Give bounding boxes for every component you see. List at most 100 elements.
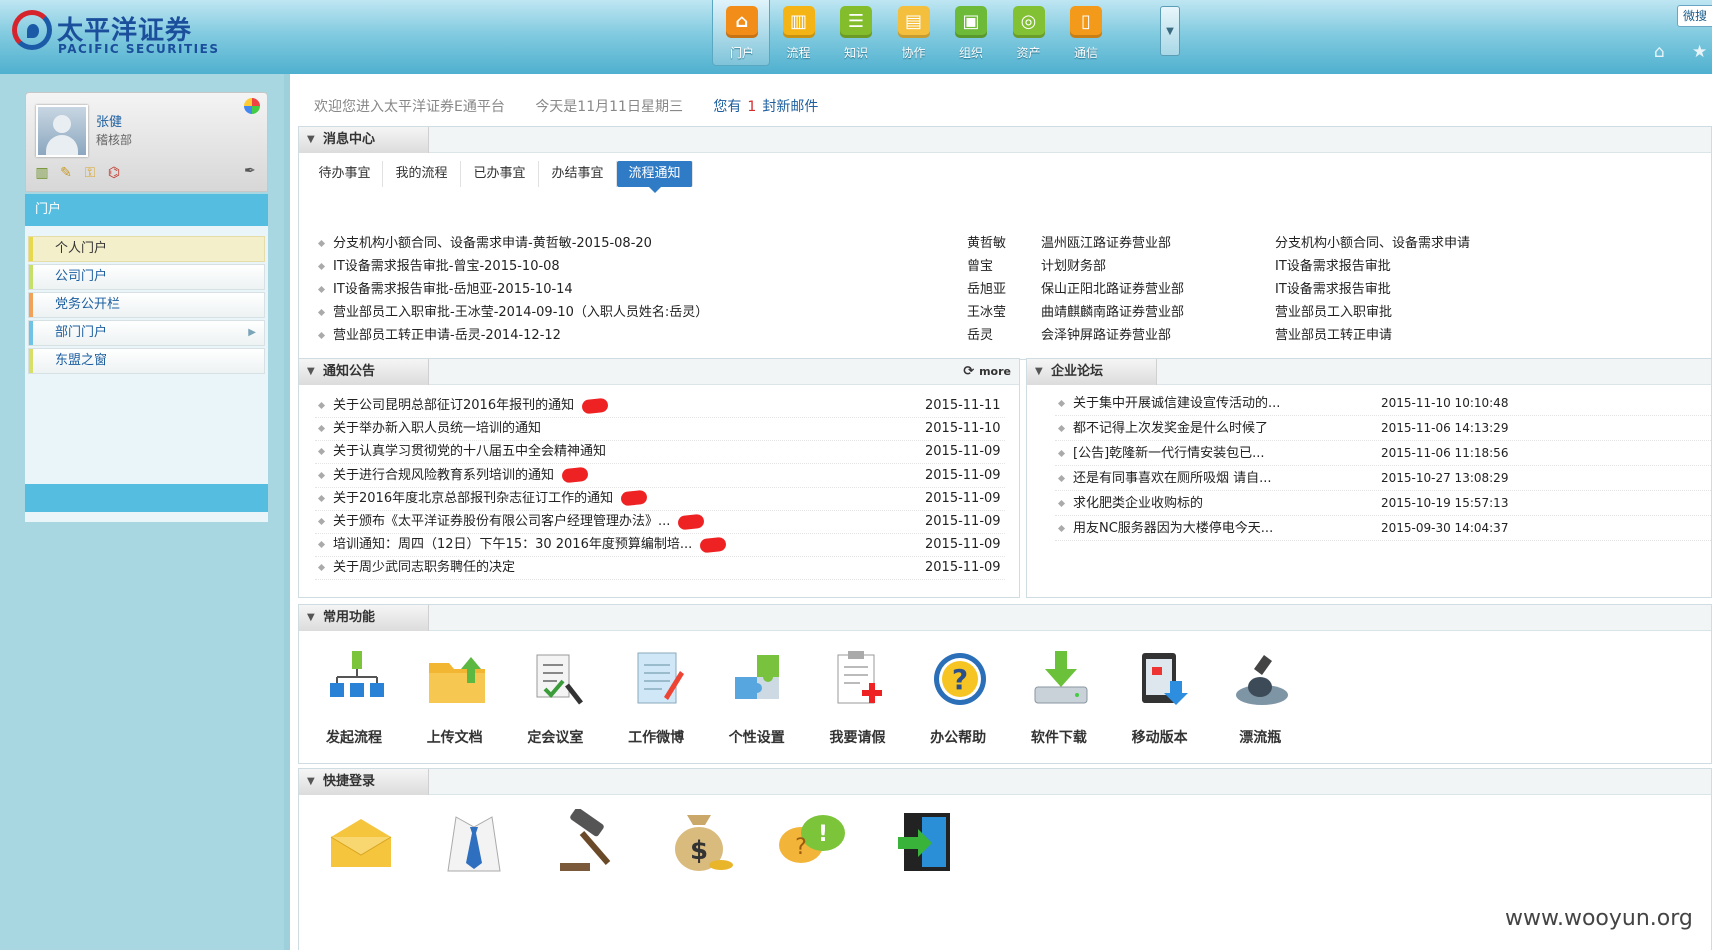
notice-row[interactable]: 培训通知：周四（12日）下午15：30 2016年度预算编制培... 2015-1… [315, 532, 1005, 558]
function-5[interactable]: 个性设置 [707, 649, 807, 759]
notice-row[interactable]: 关于公司昆明总部征订2016年报刊的通知 2015-11-11 [315, 393, 1005, 418]
forum-title[interactable]: 还是有同事喜欢在厕所吸烟 请自... [1073, 466, 1393, 491]
notice-row[interactable]: 关于2016年度北京总部报刊杂志征订工作的通知 2015-11-09 [315, 486, 1005, 511]
notice-more-link[interactable]: ⟳ more [963, 359, 1011, 385]
notice-row[interactable]: 关于进行合规风险教育系列培训的通知 2015-11-09 [315, 463, 1005, 488]
notice-row[interactable]: 关于举办新入职人员统一培训的通知 2015-11-10 [315, 416, 1005, 442]
tab-2[interactable]: 我的流程 [383, 161, 461, 187]
forum-title[interactable]: ▼ 企业论坛 [1027, 359, 1157, 385]
notice-row[interactable]: 关于认真学习贯彻党的十八届五中全会精神通知 2015-11-09 [315, 439, 1005, 465]
tab-3[interactable]: 已办事宜 [461, 161, 539, 187]
message-center-title[interactable]: ▼ 消息中心 [299, 127, 429, 153]
nav-item-3[interactable]: ☰ 知识 [827, 0, 885, 66]
mail-envelope-icon[interactable] [327, 809, 397, 873]
mail-notice-suffix[interactable]: 封新邮件 [762, 99, 818, 115]
sidebar-item-1[interactable]: 个人门户 [28, 236, 265, 262]
function-10[interactable]: 漂流瓶 [1210, 649, 1310, 759]
message-title[interactable]: IT设备需求报告审批-岳旭亚-2015-10-14 [333, 277, 963, 302]
exit-door-icon[interactable] [890, 809, 960, 873]
notice-row[interactable]: 关于周少武同志职务聘任的决定 2015-11-09 [315, 555, 1005, 581]
sidebar-item-2[interactable]: 公司门户 [28, 264, 265, 290]
collapse-chevron-icon[interactable]: ▼ [307, 769, 315, 795]
message-title[interactable]: 营业部员工转正申请-岳灵-2014-12-12 [333, 323, 963, 348]
function-2[interactable]: 上传文档 [405, 649, 505, 759]
user-name[interactable]: 张健 [96, 111, 122, 130]
message-row[interactable]: 营业部员工转正申请-岳灵-2014-12-12 岳灵 会泽钟屏路证券营业部 营业部员工… [315, 323, 1695, 348]
new-mail-count[interactable]: 1 [747, 99, 756, 115]
money-bag-icon[interactable]: $ [665, 809, 735, 873]
notice-title[interactable]: 关于周少武同志职务聘任的决定 [333, 555, 893, 580]
collapse-chevron-icon[interactable]: ▼ [307, 127, 315, 153]
notice-title[interactable]: 关于2016年度北京总部报刊杂志征订工作的通知 [333, 486, 893, 511]
collapse-chevron-icon[interactable]: ▼ [1035, 359, 1043, 385]
favorite-star-icon[interactable]: ★ [1692, 44, 1710, 61]
message-title[interactable]: 营业部员工入职审批-王冰莹-2014-09-10（入职人员姓名:岳灵） [333, 300, 963, 325]
sidebar-item-4[interactable]: 部门门户 ▶ [28, 320, 265, 346]
forum-row[interactable]: 求化肥类企业收购标的 2015-10-19 15:57:13 [1055, 491, 1712, 516]
forum-title[interactable]: 关于集中开展诚信建设宣传活动的... [1073, 391, 1393, 416]
tab-5[interactable]: 流程通知 [617, 161, 693, 193]
collapse-chevron-icon[interactable]: ▼ [307, 605, 315, 631]
function-7[interactable]: ? 办公帮助 [908, 649, 1008, 759]
message-row[interactable]: IT设备需求报告审批-曾宝-2015-10-08 曾宝 计划财务部 IT设备需求报告审… [315, 254, 1695, 279]
pen-edit-icon[interactable]: ✒ [244, 163, 262, 179]
notice-title[interactable]: 关于公司昆明总部征订2016年报刊的通知 [333, 393, 893, 418]
mail-notice-prefix[interactable]: 您有 [713, 99, 741, 115]
functions-title[interactable]: ▼ 常用功能 [299, 605, 429, 631]
forum-title[interactable]: [公告]乾隆新一代行情安装包已... [1073, 441, 1393, 466]
note-edit-icon[interactable]: ✎ [58, 165, 74, 181]
nav-item-4[interactable]: ▤ 协作 [885, 0, 943, 66]
notice-title[interactable]: 关于颁布《太平洋证券股份有限公司客户经理管理办法》... [333, 509, 893, 534]
forum-row[interactable]: 都不记得上次发奖金是什么时候了 2015-11-06 14:13:29 [1055, 416, 1712, 441]
forum-title[interactable]: 求化肥类企业收购标的 [1073, 491, 1393, 516]
tab-4[interactable]: 办结事宜 [539, 161, 617, 187]
nav-item-6[interactable]: ◎ 资产 [1000, 0, 1058, 66]
forum-title[interactable]: 都不记得上次发奖金是什么时候了 [1073, 416, 1393, 441]
sidebar-item-3[interactable]: 党务公开栏 [28, 292, 265, 318]
nav-expand-button[interactable]: ▼ [1160, 6, 1180, 56]
forum-row[interactable]: 用友NC服务器因为大楼停电今天... 2015-09-30 14:04:37 [1055, 516, 1712, 541]
notice-title[interactable]: ▼ 通知公告 [299, 359, 429, 385]
function-4[interactable]: 工作微博 [606, 649, 706, 759]
nav-item-2[interactable]: ▥ 流程 [770, 0, 828, 66]
forum-row[interactable]: [公告]乾隆新一代行情安装包已... 2015-11-06 11:18:56 [1055, 441, 1712, 466]
quick-login-title[interactable]: ▼ 快捷登录 [299, 769, 429, 795]
function-9[interactable]: 移动版本 [1110, 649, 1210, 759]
message-row[interactable]: 营业部员工入职审批-王冰莹-2014-09-10（入职人员姓名:岳灵） 王冰莹 曲靖… [315, 300, 1695, 325]
message-row[interactable]: 分支机构小额合同、设备需求申请-黄哲敏-2015-08-20 黄哲敏 温州瓯江路证券… [315, 231, 1695, 256]
nav-item-5[interactable]: ▣ 组织 [942, 0, 1000, 66]
org-chart-icon[interactable]: ⌬ [106, 165, 122, 181]
chat-bubbles-icon[interactable]: ?! [777, 809, 847, 873]
gavel-icon[interactable] [552, 807, 622, 873]
notice-title[interactable]: 关于进行合规风险教育系列培训的通知 [333, 463, 893, 488]
side-menu-title[interactable]: 门户 [25, 194, 268, 226]
message-row[interactable]: IT设备需求报告审批-岳旭亚-2015-10-14 岳旭亚 保山正阳北路证券营业部 I… [315, 277, 1695, 302]
forum-title[interactable]: 用友NC服务器因为大楼停电今天... [1073, 516, 1393, 541]
forum-row[interactable]: 还是有同事喜欢在厕所吸烟 请自... 2015-10-27 13:08:29 [1055, 466, 1712, 491]
lock-icon[interactable]: ⚿ [82, 165, 98, 181]
notice-title[interactable]: 关于举办新入职人员统一培训的通知 [333, 416, 893, 441]
tab-1[interactable]: 待办事宜 [307, 161, 383, 187]
notice-title[interactable]: 关于认真学习贯彻党的十八届五中全会精神通知 [333, 439, 893, 464]
function-3[interactable]: 定会议室 [505, 649, 605, 759]
book-icon[interactable]: ▥ [34, 165, 50, 181]
avatar[interactable] [36, 105, 88, 157]
notice-title[interactable]: 培训通知：周四（12日）下午15：30 2016年度预算编制培... [333, 532, 893, 557]
micro-search-button[interactable]: 微搜 [1677, 5, 1712, 27]
company-logo[interactable]: 太平洋证券 PACIFIC SECURITIES [12, 6, 218, 58]
function-1[interactable]: 发起流程 [304, 649, 404, 759]
home-icon[interactable]: ⌂ [1654, 44, 1672, 61]
function-6[interactable]: 我要请假 [808, 649, 908, 759]
notice-row[interactable]: 关于颁布《太平洋证券股份有限公司客户经理管理办法》... 2015-11-09 [315, 509, 1005, 534]
forum-row[interactable]: 关于集中开展诚信建设宣传活动的... 2015-11-10 10:10:48 [1055, 391, 1712, 416]
collapse-chevron-icon[interactable]: ▼ [307, 359, 315, 385]
sidebar-item-5[interactable]: 东盟之窗 [28, 348, 265, 374]
nav-item-1[interactable]: ⌂ 门户 [712, 0, 770, 66]
shirt-tie-icon[interactable] [440, 809, 510, 873]
function-8[interactable]: 软件下载 [1009, 649, 1109, 759]
nav-label: 资产 [1016, 46, 1041, 60]
message-title[interactable]: IT设备需求报告审批-曾宝-2015-10-08 [333, 254, 963, 279]
message-title[interactable]: 分支机构小额合同、设备需求申请-黄哲敏-2015-08-20 [333, 231, 963, 256]
nav-item-7[interactable]: ▯ 通信 [1057, 0, 1115, 66]
theme-palette-icon[interactable] [244, 98, 260, 114]
